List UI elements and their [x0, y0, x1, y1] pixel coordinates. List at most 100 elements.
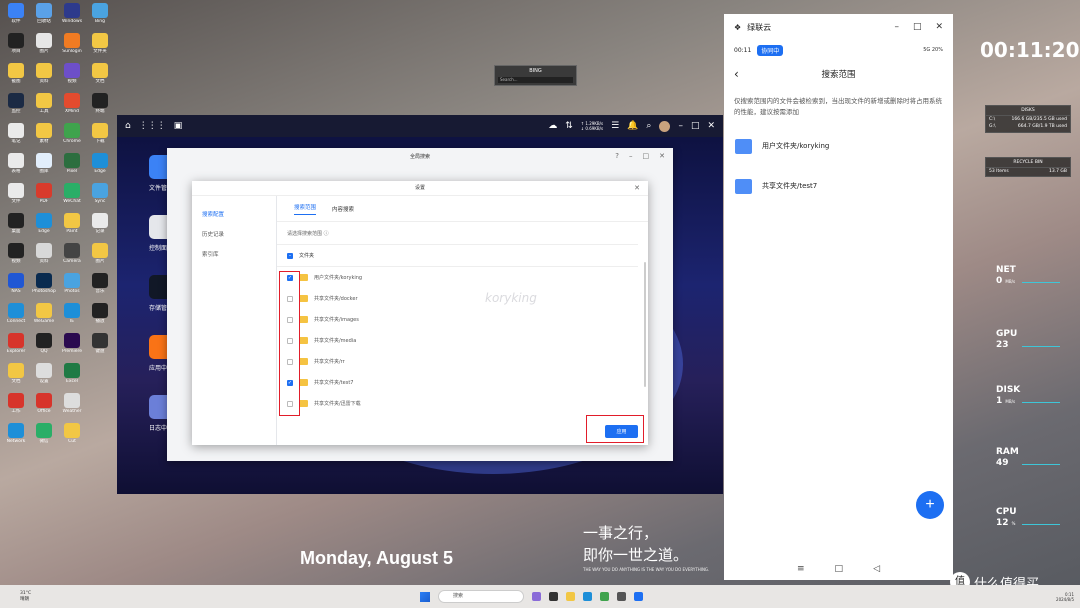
desktop-icon[interactable]: Photoshop — [30, 270, 58, 300]
weather-widget[interactable]: 31°C 晴朗 — [20, 591, 31, 603]
folder-row[interactable]: 共享文件夹/rr — [277, 351, 638, 372]
desktop-icon[interactable]: 终端 — [86, 90, 114, 120]
desktop-icon[interactable]: Edge — [30, 210, 58, 240]
maximize-icon[interactable]: □ — [643, 152, 650, 160]
tab-content-search[interactable]: 内容搜索 — [332, 205, 354, 213]
add-folder-button[interactable]: + — [916, 491, 944, 519]
search-icon[interactable]: ⌕ — [646, 121, 651, 131]
close-icon[interactable]: ✕ — [707, 121, 715, 131]
system-tray-clock[interactable]: 0:11 2024/8/5 — [1056, 592, 1074, 602]
folder-list-scrollbar[interactable] — [644, 262, 646, 387]
desktop-icon[interactable]: XMind — [58, 90, 86, 120]
desktop-icon[interactable]: 微信 — [30, 420, 58, 450]
desktop-icon[interactable]: 软件 — [2, 0, 30, 30]
home-square-icon[interactable]: □ — [835, 564, 844, 574]
minimize-icon[interactable]: – — [894, 22, 899, 32]
windows-start-icon[interactable] — [420, 591, 430, 602]
desktop-icon[interactable]: Pixel — [58, 150, 86, 180]
desktop-icon[interactable]: Excel — [58, 360, 86, 390]
folder-row[interactable]: 共享文件夹/迅雷下载 — [277, 393, 638, 414]
desktop-icon[interactable]: Connect — [2, 300, 30, 330]
cloud-icon[interactable]: ☁ — [548, 121, 557, 131]
desktop-icon[interactable]: Edge — [86, 150, 114, 180]
desktop-icon[interactable] — [86, 390, 114, 420]
edge-icon[interactable] — [583, 592, 592, 601]
desktop-icon[interactable]: NAS — [2, 270, 30, 300]
apps-grid-icon[interactable]: ⋮⋮⋮ — [139, 121, 166, 131]
folder-row[interactable]: 共享文件夹/media — [277, 330, 638, 351]
bing-search-input[interactable]: Search... — [498, 77, 573, 83]
minimize-icon[interactable]: – — [629, 152, 633, 160]
desktop-icon[interactable]: QQ — [30, 330, 58, 360]
chrome-icon[interactable] — [600, 592, 609, 601]
widget-app-icon[interactable] — [532, 592, 541, 601]
maximize-icon[interactable]: □ — [913, 22, 922, 32]
desktop-icon[interactable]: 文档 — [2, 360, 30, 390]
list-item[interactable]: 用户文件夹/koryking — [724, 126, 953, 166]
list-item[interactable]: 共享文件夹/test7 — [724, 166, 953, 206]
desktop-icon[interactable]: 设置 — [30, 360, 58, 390]
desktop-icon[interactable]: Bing — [86, 0, 114, 30]
menu-icon[interactable]: ≡ — [797, 564, 805, 574]
terminal-icon[interactable] — [617, 592, 626, 601]
desktop-icon[interactable]: Sync — [86, 180, 114, 210]
desktop-icon[interactable]: Camera — [58, 240, 86, 270]
desktop-icon[interactable]: 图片 — [30, 30, 58, 60]
desktop-icon[interactable]: IE — [58, 300, 86, 330]
tab-search-range[interactable]: 搜索范围 — [294, 203, 317, 215]
desktop-icon[interactable]: Cut — [58, 420, 86, 450]
desktop-icon[interactable]: 表格 — [2, 150, 30, 180]
desktop-icon[interactable]: Office — [30, 390, 58, 420]
desktop-icon[interactable]: 监控 — [2, 90, 30, 120]
avatar[interactable] — [659, 120, 671, 132]
desktop-icon[interactable]: 图片 — [86, 240, 114, 270]
desktop-icon[interactable]: Paint — [58, 210, 86, 240]
desktop-icon[interactable]: 文档 — [86, 60, 114, 90]
desktop-icon[interactable]: 回收站 — [30, 0, 58, 30]
desktop-icon[interactable]: 视频 — [58, 60, 86, 90]
desktop-icon[interactable] — [86, 420, 114, 450]
desktop-icon[interactable]: 记录 — [86, 210, 114, 240]
close-icon[interactable]: ✕ — [659, 152, 665, 160]
desktop-icon[interactable]: 音乐 — [86, 270, 114, 300]
help-icon[interactable]: ? — [615, 152, 619, 160]
minimize-icon[interactable]: – — [678, 121, 683, 131]
desktop-icon[interactable]: Sunlogin — [58, 30, 86, 60]
desktop-icon[interactable]: 截图 — [2, 60, 30, 90]
desktop-icon[interactable]: 资料 — [30, 240, 58, 270]
desktop-icon[interactable]: 桌面 — [2, 210, 30, 240]
desktop-icon[interactable]: 资料 — [30, 60, 58, 90]
desktop-icon[interactable]: Photos — [58, 270, 86, 300]
desktop-icon[interactable]: 图库 — [30, 150, 58, 180]
desktop-icon[interactable]: Weather — [58, 390, 86, 420]
task-list-icon[interactable]: ☰ — [611, 121, 619, 131]
desktop-icon[interactable] — [86, 360, 114, 390]
desktop-icon[interactable]: Chrome — [58, 120, 86, 150]
sidebar-item-index[interactable]: 索引库 — [192, 245, 276, 265]
desktop-icon[interactable]: 工具 — [30, 90, 58, 120]
back-arrow-icon[interactable]: ‹ — [734, 67, 739, 81]
desktop-icon[interactable]: 文件 — [2, 180, 30, 210]
desktop-icon[interactable]: 素材 — [30, 120, 58, 150]
search-app-icon[interactable]: ▣ — [174, 121, 183, 131]
desktop-icon[interactable]: 项目 — [2, 30, 30, 60]
desktop-icon[interactable]: Premiere — [58, 330, 86, 360]
desktop-icon[interactable]: Explorer — [2, 330, 30, 360]
folder-row[interactable]: ✓ 用户文件夹/koryking — [277, 267, 638, 288]
desktop-icon[interactable]: PDF — [30, 180, 58, 210]
sidebar-item-history[interactable]: 历史记录 — [192, 225, 276, 245]
home-icon[interactable]: ⌂ — [125, 121, 131, 131]
desktop-icon[interactable]: 键盘 — [86, 330, 114, 360]
file-explorer-icon[interactable] — [566, 592, 575, 601]
taskbar-search-input[interactable]: 搜索 — [438, 590, 524, 603]
taskview-icon[interactable] — [549, 592, 558, 601]
desktop-icon[interactable]: WeChat — [58, 180, 86, 210]
folder-row[interactable]: 共享文件夹/docker — [277, 288, 638, 309]
desktop-icon[interactable]: 工作 — [2, 390, 30, 420]
select-all-checkbox[interactable]: – — [287, 252, 293, 259]
desktop-icon[interactable]: 播放 — [86, 300, 114, 330]
bell-icon[interactable]: 🔔 — [627, 121, 638, 131]
back-triangle-icon[interactable]: ◁ — [873, 564, 880, 574]
sidebar-item-search-config[interactable]: 搜索配置 — [192, 205, 276, 225]
desktop-icon[interactable]: 文件夹 — [86, 30, 114, 60]
